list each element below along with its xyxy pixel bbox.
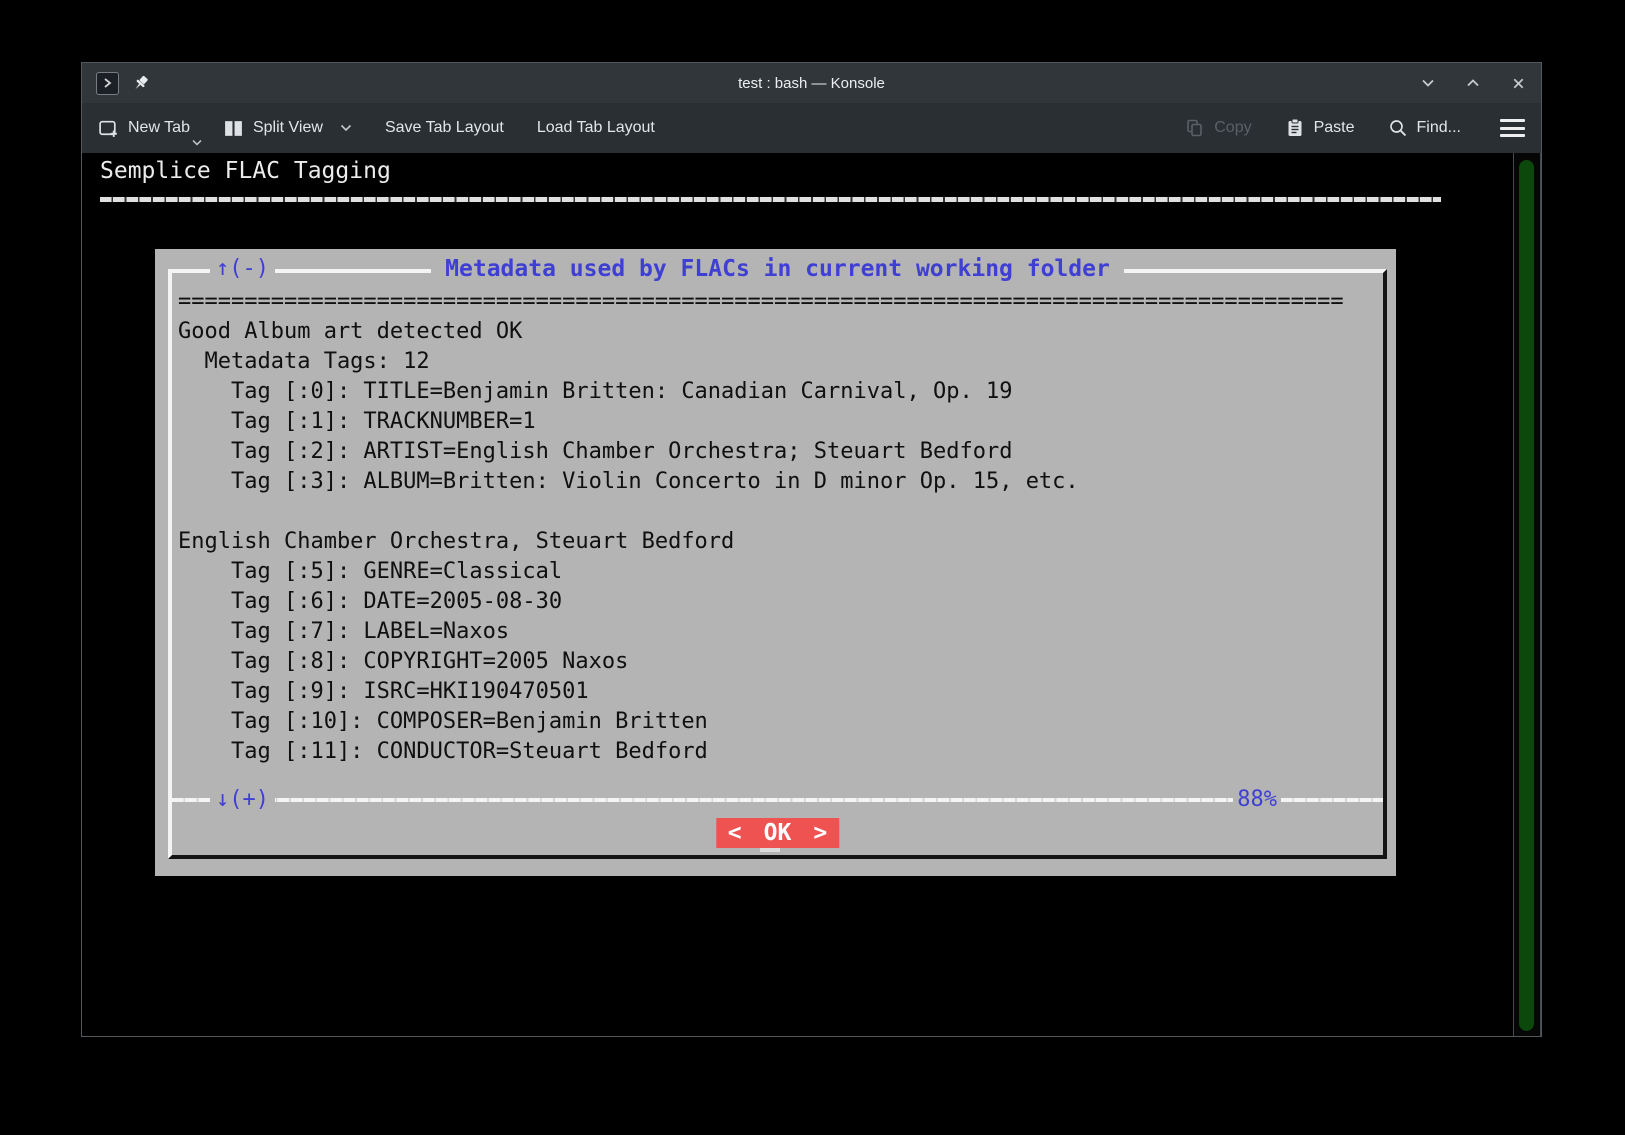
dialog-text-line bbox=[178, 497, 1377, 527]
scroll-percentage: 88% bbox=[1233, 785, 1281, 815]
terminal-header-text: Semplice FLAC Tagging bbox=[100, 158, 391, 184]
chevron-down-icon bbox=[1420, 75, 1436, 91]
dialog-frame: ↑(-) Metadata used by FLACs in current w… bbox=[168, 269, 1387, 859]
dialog-text-lines: ========================================… bbox=[178, 287, 1377, 767]
metadata-dialog: ↑(-) Metadata used by FLACs in current w… bbox=[155, 249, 1396, 876]
search-icon bbox=[1388, 118, 1408, 138]
split-view-dropdown-chevron-icon[interactable] bbox=[340, 124, 352, 132]
chevron-up-icon bbox=[1465, 75, 1481, 91]
ok-left-arrow: < bbox=[728, 820, 742, 846]
load-tab-layout-label: Load Tab Layout bbox=[537, 119, 655, 137]
minimize-button[interactable] bbox=[1419, 74, 1437, 92]
dialog-text-line: Tag [:0]: TITLE=Benjamin Britten: Canadi… bbox=[178, 377, 1377, 407]
dialog-text-line: Tag [:5]: GENRE=Classical bbox=[178, 557, 1377, 587]
split-view-icon bbox=[223, 118, 244, 139]
dialog-text-line: English Chamber Orchestra, Steuart Bedfo… bbox=[178, 527, 1377, 557]
dialog-text-line: Metadata Tags: 12 bbox=[178, 347, 1377, 377]
split-view-label: Split View bbox=[253, 119, 323, 137]
terminal-scrollbar-track[interactable] bbox=[1513, 153, 1541, 1036]
dialog-text-line: Tag [:10]: COMPOSER=Benjamin Britten bbox=[178, 707, 1377, 737]
dialog-text-line: Tag [:7]: LABEL=Naxos bbox=[178, 617, 1377, 647]
find-button[interactable]: Find... bbox=[1388, 118, 1461, 138]
toolbar: New Tab Split View Save Tab Layout bbox=[82, 103, 1541, 153]
dialog-text-line: Tag [:11]: CONDUCTOR=Steuart Bedford bbox=[178, 737, 1377, 767]
dialog-text-line: Tag [:1]: TRACKNUMBER=1 bbox=[178, 407, 1377, 437]
dialog-text-line: ========================================… bbox=[178, 287, 1377, 317]
terminal-scrollbar-thumb[interactable] bbox=[1519, 160, 1534, 1031]
new-tab-button[interactable]: New Tab bbox=[98, 118, 190, 139]
konsole-window: test : bash — Konsole bbox=[81, 62, 1542, 1037]
ok-right-arrow: > bbox=[813, 820, 827, 846]
dialog-text-line: Good Album art detected OK bbox=[178, 317, 1377, 347]
titlebar[interactable]: test : bash — Konsole bbox=[82, 63, 1541, 103]
window-controls bbox=[1419, 74, 1527, 92]
dialog-title: Metadata used by FLACs in current workin… bbox=[431, 253, 1124, 285]
terminal-header-underline bbox=[100, 197, 1441, 202]
split-view-button[interactable]: Split View bbox=[223, 118, 352, 139]
paste-icon bbox=[1285, 118, 1305, 138]
dialog-title-row: Metadata used by FLACs in current workin… bbox=[172, 253, 1383, 285]
window-title: test : bash — Konsole bbox=[82, 75, 1541, 92]
hamburger-menu-icon[interactable] bbox=[1500, 119, 1525, 137]
new-tab-dropdown-chevron-icon[interactable] bbox=[192, 139, 202, 146]
dialog-text-line: Tag [:3]: ALBUM=Britten: Violin Concerto… bbox=[178, 467, 1377, 497]
dialog-text-line: Tag [:2]: ARTIST=English Chamber Orchest… bbox=[178, 437, 1377, 467]
ok-button[interactable]: < OK > bbox=[716, 818, 839, 848]
copy-button[interactable]: Copy bbox=[1185, 118, 1251, 138]
find-label: Find... bbox=[1417, 119, 1461, 137]
paste-button[interactable]: Paste bbox=[1285, 118, 1355, 138]
new-tab-icon bbox=[98, 118, 119, 139]
dialog-separator-line bbox=[172, 798, 1383, 802]
close-button[interactable] bbox=[1509, 74, 1527, 92]
paste-label: Paste bbox=[1314, 119, 1355, 137]
dialog-text-line: Tag [:8]: COPYRIGHT=2005 Naxos bbox=[178, 647, 1377, 677]
maximize-button[interactable] bbox=[1464, 74, 1482, 92]
copy-label: Copy bbox=[1214, 119, 1251, 137]
load-tab-layout-button[interactable]: Load Tab Layout bbox=[537, 119, 655, 137]
terminal-cursor bbox=[760, 848, 780, 852]
close-icon bbox=[1511, 76, 1526, 91]
terminal-viewport[interactable]: Semplice FLAC Tagging ↑(-) Metadata used… bbox=[82, 153, 1541, 1036]
save-tab-layout-button[interactable]: Save Tab Layout bbox=[385, 119, 504, 137]
scroll-down-indicator: ↓(+) bbox=[210, 785, 275, 815]
dialog-text-line: Tag [:6]: DATE=2005-08-30 bbox=[178, 587, 1377, 617]
new-tab-label: New Tab bbox=[128, 119, 190, 137]
ok-label: OK bbox=[764, 820, 792, 846]
save-tab-layout-label: Save Tab Layout bbox=[385, 119, 504, 137]
copy-icon bbox=[1185, 118, 1205, 138]
dialog-text-line: Tag [:9]: ISRC=HKI190470501 bbox=[178, 677, 1377, 707]
